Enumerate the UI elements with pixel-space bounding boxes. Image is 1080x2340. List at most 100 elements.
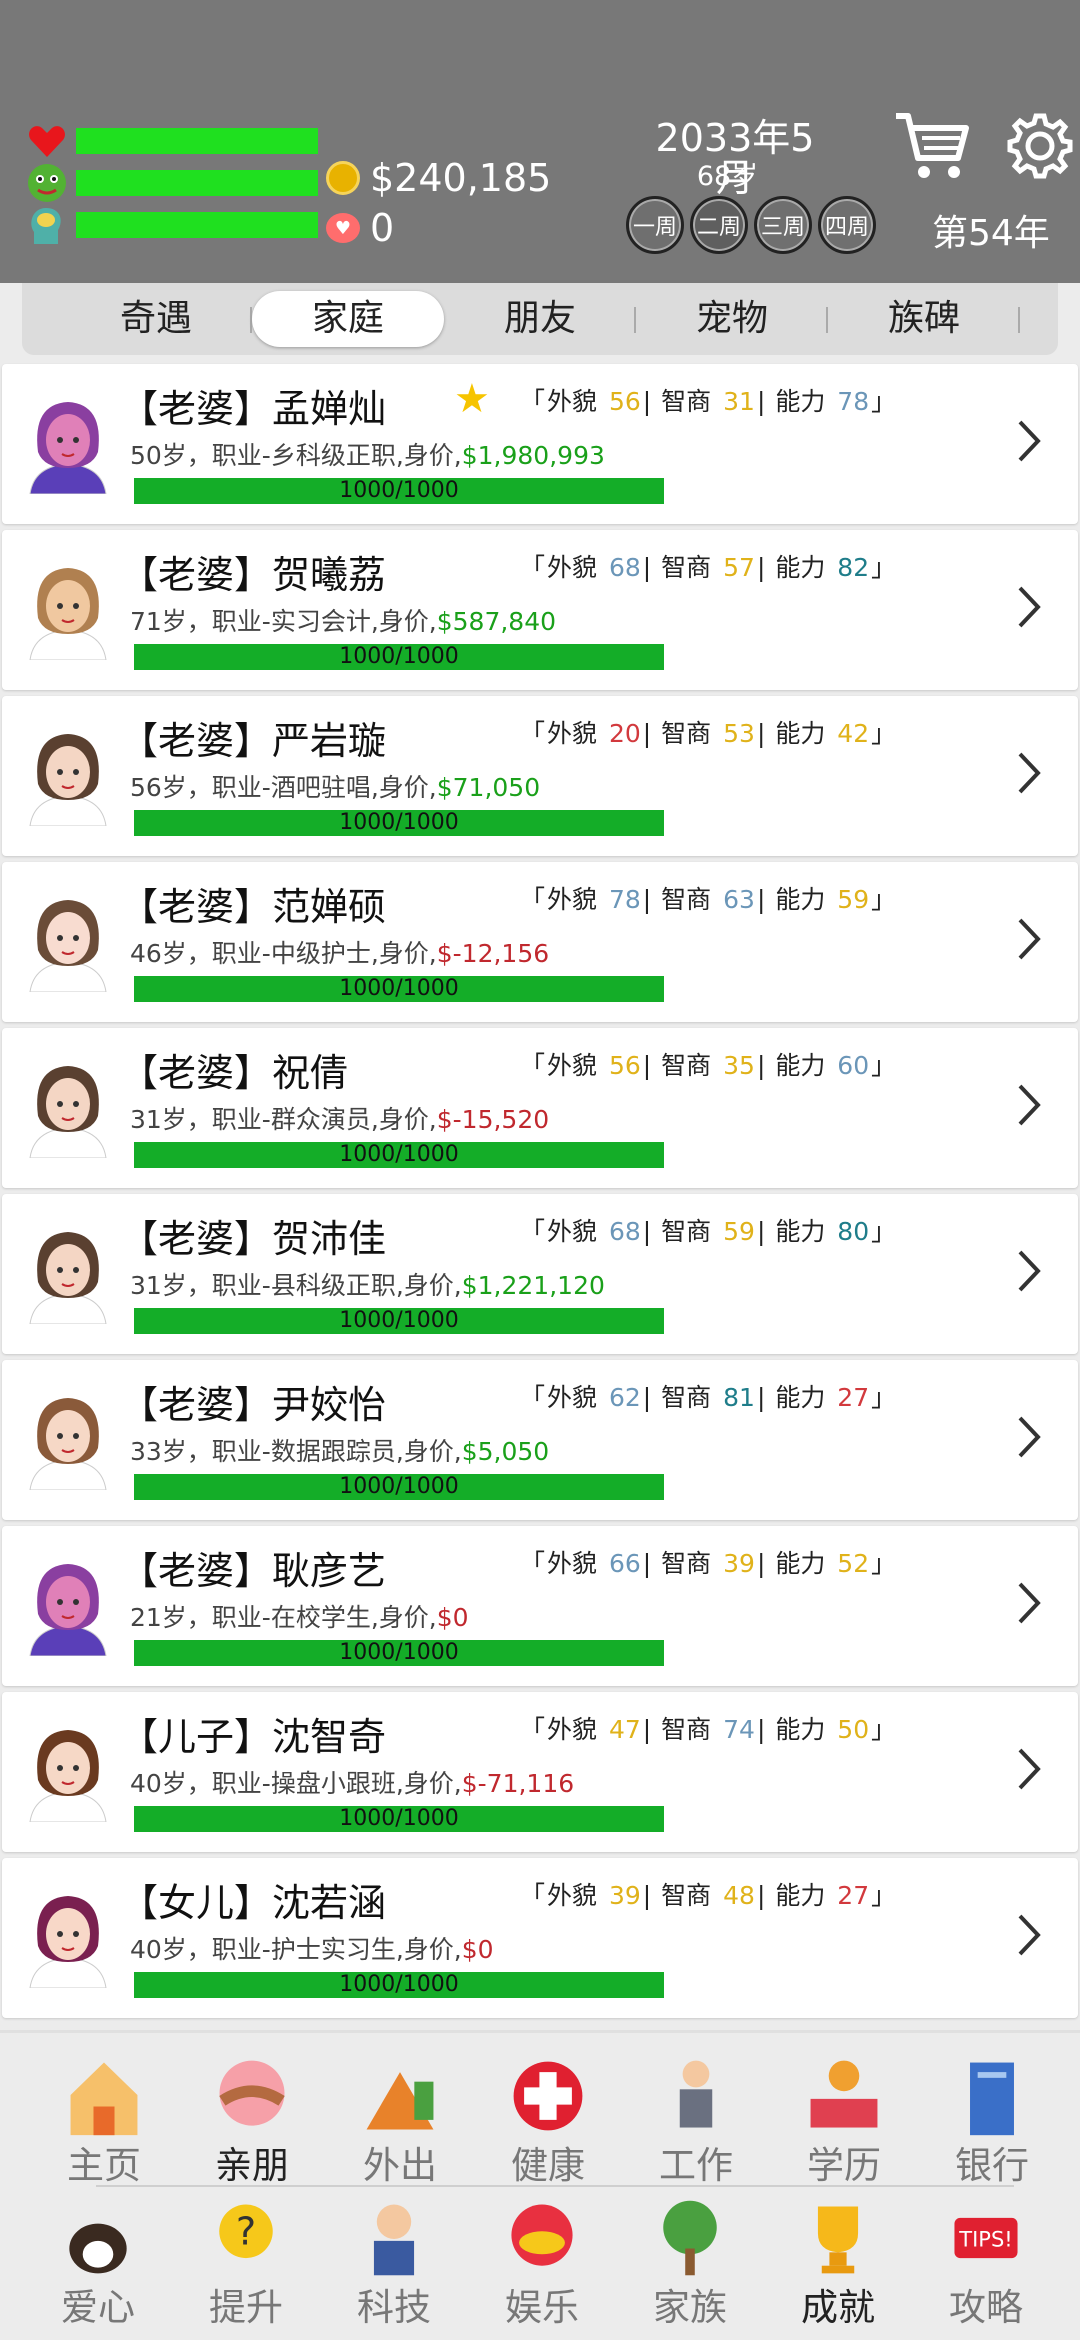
health-bar [76,128,318,154]
week-4-button[interactable]: 四周 [818,196,876,254]
member-name: 【老婆】范婵硕 [120,885,387,929]
family-member-card[interactable]: 【女儿】沈若涵 「外貌 39| 智商 48| 能力 27」 40岁，职业-护士实… [2,1858,1078,2018]
ability-value: 42 [837,719,870,748]
chevron-right-icon[interactable] [1014,582,1044,632]
year-counter: 第54年 [932,213,1050,254]
member-info: 40岁，职业-操盘小跟班,身价,$-71,116 [130,1764,574,1800]
member-attributes: 「外貌 56| 智商 35| 能力 60」 [520,1051,897,1080]
tips-badge-icon: TIPS! [941,2193,1031,2283]
family-member-card[interactable]: 【老婆】尹姣怡 「外貌 62| 智商 81| 能力 27」 33岁，职业-数据跟… [2,1360,1078,1520]
tab-family-tablet[interactable]: 族碑 [828,291,1020,347]
trophy-icon [793,2193,883,2283]
medical-cross-icon [503,2051,593,2141]
family-member-card[interactable]: 【老婆】贺沛佳 「外貌 68| 智商 59| 能力 80」 31岁，职业-县科级… [2,1194,1078,1354]
nav-item[interactable]: 学历 [770,2051,918,2189]
nav-item[interactable]: 外出 [326,2051,474,2189]
nav-label: 健康 [511,2144,585,2187]
nav-item[interactable]: 主页 [30,2051,178,2189]
member-avatar [29,1730,107,1822]
member-net-worth: $0 [461,1935,494,1964]
week-2-button[interactable]: 二周 [690,196,748,254]
study-books-icon [799,2051,889,2141]
member-progress-bar: 1000/1000 [134,1308,664,1334]
iq-value: 63 [723,885,755,914]
family-member-card[interactable]: 【老婆】贺曦荔 「外貌 68| 智商 57| 能力 82」 71岁，职业-实习会… [2,530,1078,690]
week-1-button[interactable]: 一周 [626,196,684,254]
settings-gear-icon[interactable] [1006,112,1074,180]
coin-icon [326,161,360,195]
chevron-right-icon[interactable] [1014,416,1044,466]
family-member-card[interactable]: 【老婆】耿彦艺 「外貌 66| 智商 39| 能力 52」 21岁，职业-在校学… [2,1526,1078,1686]
chevron-right-icon[interactable] [1014,1578,1044,1628]
tab-encounters[interactable]: 奇遇 [60,291,252,347]
member-name: 【老婆】贺曦荔 [120,553,387,597]
looks-value: 68 [608,1217,641,1246]
nav-item[interactable]: 亲朋 [178,2051,326,2189]
hearts-display: ♥ 0 [326,206,394,250]
chevron-right-icon[interactable] [1014,1412,1044,1462]
member-age-job: 21岁，职业-在校学生,身价, [130,1603,437,1632]
member-net-worth: $1,221,120 [461,1271,605,1300]
bottom-navigation: 主页 亲朋 外出 健康 工作 学历 银行 爱心? 提升 科技 娱乐 家族 成就 T… [0,2030,1080,2340]
worker-icon [651,2051,741,2141]
chevron-right-icon[interactable] [1014,748,1044,798]
chevron-right-icon[interactable] [1014,914,1044,964]
favorite-star-icon[interactable]: ★ [454,376,490,422]
family-member-card[interactable]: 【儿子】沈智奇 「外貌 47| 智商 74| 能力 50」 40岁，职业-操盘小… [2,1692,1078,1852]
dog-icon [53,2193,143,2283]
family-member-card[interactable]: 【老婆】范婵硕 「外貌 78| 智商 63| 能力 59」 46岁，职业-中级护… [2,862,1078,1022]
nav-item[interactable]: 银行 [918,2051,1066,2189]
hearts-value: 0 [370,206,395,250]
nav-item[interactable]: 科技 [320,2193,468,2331]
member-attributes: 「外貌 47| 智商 74| 能力 50」 [520,1715,897,1744]
nav-item[interactable]: ? 提升 [172,2193,320,2331]
member-attributes: 「外貌 78| 智商 63| 能力 59」 [520,885,897,914]
looks-value: 39 [608,1881,641,1910]
looks-value: 47 [608,1715,641,1744]
category-tabs: 奇遇 家庭 朋友 宠物 族碑 [22,283,1058,355]
member-net-worth: $5,050 [461,1437,550,1466]
shopping-cart-icon[interactable] [892,106,970,184]
nav-label: 科技 [357,2286,431,2329]
member-info: 31岁，职业-群众演员,身价,$-15,520 [130,1100,549,1136]
iq-value: 81 [723,1383,755,1412]
nav-item[interactable]: 爱心 [24,2193,172,2331]
tab-friends[interactable]: 朋友 [444,291,636,347]
looks-value: 20 [608,719,641,748]
looks-value: 66 [608,1549,641,1578]
tab-family[interactable]: 家庭 [252,291,444,347]
nav-label: 攻略 [949,2286,1023,2329]
member-age-job: 33岁，职业-数据跟踪员,身价, [130,1437,462,1466]
chevron-right-icon[interactable] [1014,1246,1044,1296]
family-member-card[interactable]: 【老婆】严岩璇 「外貌 20| 智商 53| 能力 42」 56岁，职业-酒吧驻… [2,696,1078,856]
iq-value: 39 [723,1549,755,1578]
member-info: 50岁，职业-乡科级正职,身价,$1,980,993 [130,436,605,472]
nav-item[interactable]: TIPS! 攻略 [912,2193,1060,2331]
member-progress-bar: 1000/1000 [134,1972,664,1998]
nav-item[interactable]: 娱乐 [468,2193,616,2331]
looks-value: 62 [608,1383,641,1412]
chevron-right-icon[interactable] [1014,1910,1044,1960]
nav-row-1: 主页 亲朋 外出 健康 工作 学历 银行 [0,2051,1080,2189]
member-progress-bar: 1000/1000 [134,976,664,1002]
iq-value: 59 [723,1217,755,1246]
member-name: 【女儿】沈若涵 [120,1881,387,1925]
family-member-card[interactable]: 【老婆】祝倩 「外貌 56| 智商 35| 能力 60」 31岁，职业-群众演员… [2,1028,1078,1188]
money-display: $240,185 [326,156,551,200]
ability-value: 50 [837,1715,870,1744]
member-info: 21岁，职业-在校学生,身价,$0 [130,1598,469,1634]
home-icon [59,2051,149,2141]
chevron-right-icon[interactable] [1014,1744,1044,1794]
ability-value: 59 [837,885,870,914]
nav-item[interactable]: 健康 [474,2051,622,2189]
tab-pets[interactable]: 宠物 [636,291,828,347]
nav-item[interactable]: 成就 [764,2193,912,2331]
family-member-card[interactable]: 【老婆】孟婵灿 ★ 「外貌 56| 智商 31| 能力 78」 50岁，职业-乡… [2,364,1078,524]
nav-item[interactable]: 工作 [622,2051,770,2189]
nav-label: 主页 [67,2144,141,2187]
week-3-button[interactable]: 三周 [754,196,812,254]
nav-item[interactable]: 家族 [616,2193,764,2331]
nav-label: 娱乐 [505,2286,579,2329]
chevron-right-icon[interactable] [1014,1080,1044,1130]
week-selector: 一周 二周 三周 四周 [626,196,876,254]
